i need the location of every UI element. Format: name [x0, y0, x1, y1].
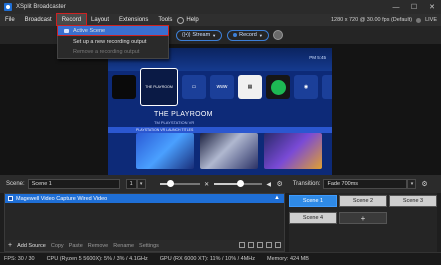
record-menu-item-label: Remove a recording output — [73, 49, 140, 55]
tv-icon: ▭ — [182, 75, 206, 99]
ps-clock: PM 5:45 — [309, 55, 326, 60]
folder-icon[interactable] — [239, 242, 245, 248]
record-menu-item-label: Active Scene — [73, 27, 106, 34]
sources-footer: + Add Source Copy Paste Remove Rename Se… — [5, 240, 284, 251]
sources-panel: Magewell Video Capture Wired Video ▲ + A… — [4, 193, 285, 252]
library-icon: ▦ — [238, 75, 262, 99]
transition-gear-icon[interactable]: ⚙ — [419, 179, 429, 189]
cpu-status: CPU (Ryzen 5 5600X): 5% / 3% / 4.1GHz — [46, 256, 148, 262]
ps-tiles: THE PLAYROOM ▭ www ▦ ◉ ▣ — [112, 68, 332, 106]
ps-title: THE PLAYROOM — [154, 111, 213, 118]
transition-label: Transition: — [292, 181, 321, 187]
title-bar: XSplit Broadcaster — ☐ ✕ — [0, 0, 441, 14]
transition-select[interactable]: Fade 700ms — [323, 179, 408, 189]
xsplit-logo-icon — [4, 3, 12, 11]
preview-video[interactable]: PM 5:45 THE PLAYROOM ▭ www ▦ ◉ ▣ THE PLA… — [108, 48, 332, 175]
ps-playroom-tile-label: THE PLAYROOM — [145, 85, 173, 89]
ps-game-card — [264, 133, 322, 169]
settings-round-button[interactable] — [272, 30, 283, 40]
www-icon: www — [210, 75, 234, 99]
chevron-down-icon: ▼ — [212, 32, 217, 38]
maximize-button[interactable]: ☐ — [405, 0, 423, 14]
close-button[interactable]: ✕ — [423, 0, 441, 14]
add-source-button[interactable]: Add Source — [17, 243, 46, 249]
gpu-status: GPU (RX 6000 XT): 11% / 10% / 4MHz — [159, 256, 256, 262]
record-menu-item-label: Set up a new recording output — [73, 39, 147, 45]
record-menu-item-active-scene[interactable]: Active Scene — [57, 25, 169, 36]
record-menu-item-new-output[interactable]: Set up a new recording output — [58, 37, 168, 47]
source-name: Magewell Video Capture Wired Video — [16, 195, 108, 202]
spotify-icon — [266, 75, 290, 99]
speaker-icon[interactable]: ◀ — [265, 180, 273, 188]
ps-game-card — [200, 133, 258, 169]
record-menu: Active Scene Set up a new recording outp… — [57, 25, 169, 59]
chevron-down-icon[interactable]: ▾ — [407, 179, 417, 189]
layer-number-field[interactable]: 1 — [125, 179, 137, 189]
stream-icon: ((•)) — [182, 32, 191, 38]
mic-volume-slider[interactable] — [159, 179, 200, 189]
ps-playroom-tile: THE PLAYROOM — [140, 68, 178, 106]
chevron-down-icon[interactable]: ▾ — [136, 179, 146, 189]
ps-game-card — [136, 133, 194, 169]
ps-store-icon: ▣ — [322, 75, 332, 99]
speaker-volume-slider[interactable] — [213, 179, 262, 189]
tv-video-icon: ◉ — [294, 75, 318, 99]
ps-profile-tile — [112, 75, 136, 99]
remove-button[interactable]: Remove — [88, 243, 108, 249]
mic-mute-icon[interactable]: ✕ — [203, 180, 211, 188]
window-controls: — ☐ ✕ — [387, 0, 441, 14]
resolution-status[interactable]: 1280 x 720 @ 30.00 fps (Default) — [331, 17, 412, 23]
scenes-panel: Scene 1 Scene 2 Scene 3 Scene 4 + — [289, 193, 437, 252]
layers-icon[interactable] — [266, 242, 272, 248]
add-icon: + — [8, 242, 13, 249]
rename-button[interactable]: Rename — [113, 243, 134, 249]
settings-button[interactable]: Settings — [139, 243, 159, 249]
source-row[interactable]: Magewell Video Capture Wired Video ▲ — [5, 194, 284, 203]
stream-button[interactable]: ((•)) Stream ▼ — [176, 29, 223, 41]
chevron-down-icon: ▼ — [258, 32, 263, 38]
link-icon[interactable] — [257, 242, 263, 248]
scene-bar: Scene: Scene 1 1 ▾ ✕ ◀ ⚙ Transition: Fad… — [0, 175, 441, 193]
scene-name-field[interactable]: Scene 1 — [27, 179, 120, 189]
copy-button[interactable]: Copy — [51, 243, 64, 249]
record-label: Record — [239, 32, 257, 38]
ps-subtitle: TM PLAYSTATION VR — [154, 120, 195, 125]
menu-broadcast[interactable]: Broadcast — [20, 14, 57, 26]
source-footer-icons — [239, 242, 281, 248]
status-bar: FPS: 30 / 30 CPU (Ryzen 5 5600X): 5% / 3… — [0, 252, 441, 265]
source-visibility-checkbox[interactable] — [8, 196, 13, 201]
live-indicator-icon — [416, 17, 422, 23]
minimize-button[interactable]: — — [387, 0, 405, 14]
gear-icon[interactable]: ⚙ — [275, 179, 285, 189]
scene-3-button[interactable]: Scene 3 — [389, 195, 437, 207]
scene-1-button[interactable]: Scene 1 — [289, 195, 337, 207]
memory-status: Memory: 424 MB — [267, 256, 309, 262]
scene-4-button[interactable]: Scene 4 — [289, 212, 337, 224]
record-menu-item-remove-output: Remove a recording output — [58, 47, 168, 57]
paste-button[interactable]: Paste — [69, 243, 83, 249]
live-label: LIVE — [425, 17, 437, 23]
menu-help[interactable]: Help — [186, 14, 203, 26]
help-icon — [177, 16, 185, 24]
view-icon[interactable] — [275, 242, 281, 248]
scene-icon — [64, 28, 69, 33]
record-icon — [233, 33, 238, 37]
menu-right-status: 1280 x 720 @ 30.00 fps (Default) LIVE — [331, 14, 437, 26]
scene-label: Scene: — [6, 181, 25, 187]
menu-file[interactable]: File — [0, 14, 20, 26]
chevron-up-icon[interactable]: ▲ — [274, 195, 280, 201]
scene-2-button[interactable]: Scene 2 — [339, 195, 387, 207]
lock-icon[interactable] — [248, 242, 254, 248]
fps-status: FPS: 30 / 30 — [4, 256, 35, 262]
record-button[interactable]: Record ▼ — [227, 29, 269, 41]
window-title: XSplit Broadcaster — [16, 4, 66, 10]
stream-label: Stream — [192, 32, 211, 38]
add-scene-button[interactable]: + — [339, 212, 387, 224]
